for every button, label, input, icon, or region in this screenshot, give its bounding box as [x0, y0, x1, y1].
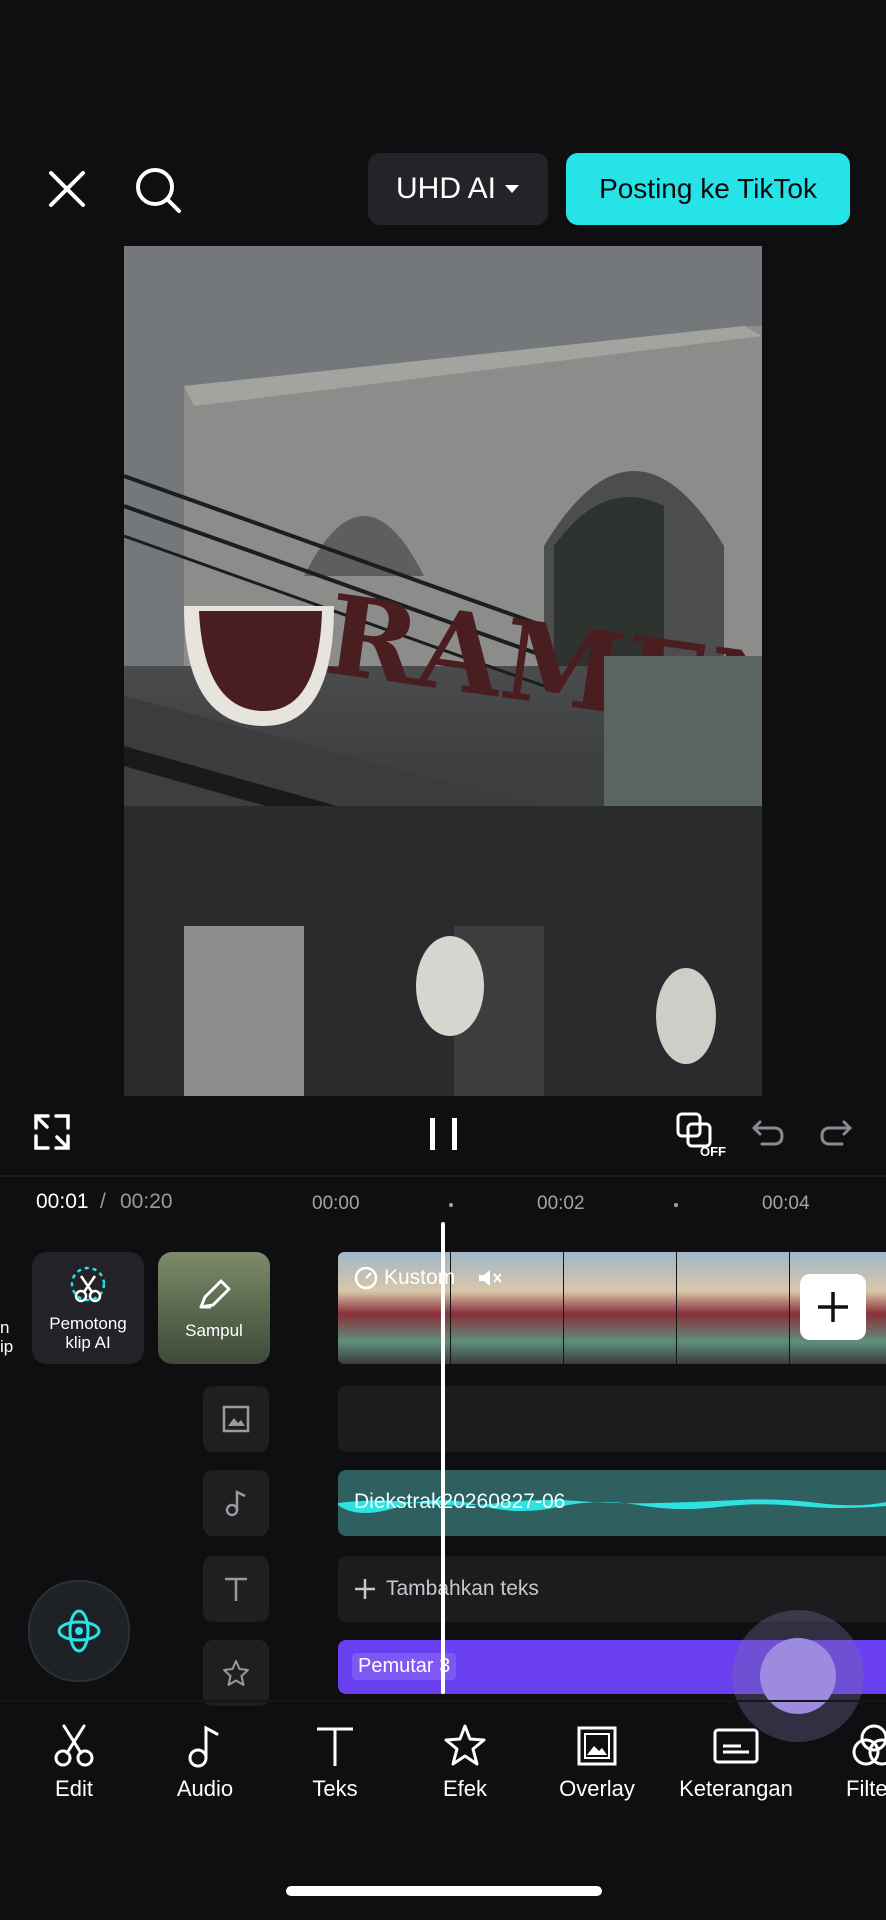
ai-scissors-icon [70, 1266, 106, 1303]
toolbar-label: Keterangan [679, 1776, 793, 1801]
image-icon [222, 1405, 250, 1433]
redo-icon [820, 1120, 853, 1146]
music-note-icon [188, 1725, 219, 1768]
toolbar-label: Audio [176, 1776, 234, 1801]
audio-track-label: Diekstrak20260827-06 [354, 1490, 566, 1513]
speed-icon [354, 1266, 378, 1290]
fullscreen-button[interactable] [32, 1112, 72, 1152]
ai-orbit-icon [57, 1609, 101, 1653]
toolbar-captions[interactable]: Keterangan [666, 1722, 806, 1802]
toolbar-text[interactable]: Teks [275, 1722, 395, 1802]
star-effect-icon [223, 1660, 249, 1686]
ruler-dot [674, 1203, 678, 1207]
toolbar-label: Filte [846, 1776, 886, 1801]
loop-toggle[interactable]: OFF [674, 1110, 728, 1160]
playhead[interactable] [441, 1222, 445, 1694]
add-clip-button[interactable] [800, 1274, 866, 1340]
filter-icon [852, 1724, 886, 1766]
pause-button[interactable] [426, 1114, 462, 1154]
ruler-mark-2: 00:04 [762, 1193, 810, 1214]
toolbar-audio[interactable]: Audio [145, 1722, 265, 1802]
ruler-dot [449, 1203, 453, 1207]
expand-icon [34, 1114, 70, 1150]
text-track-button[interactable] [203, 1556, 269, 1622]
mute-icon [479, 1270, 502, 1286]
close-icon [49, 171, 85, 207]
toolbar-label: Efek [442, 1776, 488, 1801]
captions-icon [713, 1728, 759, 1764]
partial-tool-label: n ip [0, 1318, 14, 1356]
plus-icon [355, 1579, 375, 1599]
audio-track-button[interactable] [203, 1470, 269, 1536]
overlay-track-button[interactable] [203, 1386, 269, 1452]
video-preview[interactable]: RAMEN [124, 246, 762, 1096]
toolbar-label: Teks [312, 1776, 358, 1801]
quality-label: UHD AI [395, 172, 497, 205]
pencil-icon [199, 1279, 231, 1308]
toolbar-label: Edit [55, 1776, 93, 1801]
toolbar-filter[interactable]: Filte [826, 1722, 886, 1802]
ruler-mark-1: 00:02 [537, 1193, 585, 1214]
toolbar-overlay[interactable]: Overlay [537, 1722, 657, 1802]
redo-button[interactable] [818, 1114, 854, 1150]
toolbar-label: Overlay [559, 1776, 635, 1801]
quality-dropdown[interactable]: UHD AI [368, 153, 548, 225]
total-time: 00:20 [120, 1190, 173, 1213]
overlay-icon [577, 1726, 617, 1766]
home-indicator[interactable] [286, 1886, 602, 1896]
add-text-label: Tambahkan teks [386, 1577, 539, 1600]
toolbar-edit[interactable]: Edit [14, 1722, 134, 1802]
current-time: 00:01 [36, 1190, 89, 1213]
close-button[interactable] [38, 160, 96, 218]
ruler-mark-0: 00:00 [312, 1193, 360, 1214]
overlay-track[interactable] [338, 1386, 886, 1452]
search-button[interactable] [128, 160, 188, 220]
text-icon [317, 1727, 353, 1766]
toolbar-effects[interactable]: Efek [405, 1722, 525, 1802]
effect-track-button[interactable] [203, 1640, 269, 1706]
music-note-icon [225, 1489, 246, 1517]
pause-icon [430, 1118, 457, 1150]
chevron-down-icon [505, 185, 520, 193]
cover-button[interactable]: Sampul [158, 1252, 270, 1364]
star-effect-icon [444, 1724, 486, 1766]
audio-track[interactable]: Diekstrak20260827-06 [338, 1470, 886, 1536]
undo-icon [751, 1120, 784, 1146]
ai-clipper-label: Pemotong klip AI [49, 1314, 127, 1352]
loop-off-badge: OFF [700, 1144, 726, 1159]
cover-label: Sampul [185, 1320, 243, 1340]
preview-image: RAMEN [124, 246, 762, 1096]
scissors-icon [54, 1724, 94, 1767]
search-icon [136, 168, 181, 213]
ai-assistant-button[interactable] [28, 1580, 130, 1682]
text-icon [225, 1577, 247, 1601]
ai-clipper-button[interactable]: Pemotong klip AI [32, 1252, 144, 1364]
undo-button[interactable] [750, 1114, 786, 1150]
time-separator: / [100, 1190, 106, 1213]
plus-icon [818, 1292, 848, 1322]
post-to-tiktok-button[interactable]: Posting ke TikTok [566, 153, 850, 225]
